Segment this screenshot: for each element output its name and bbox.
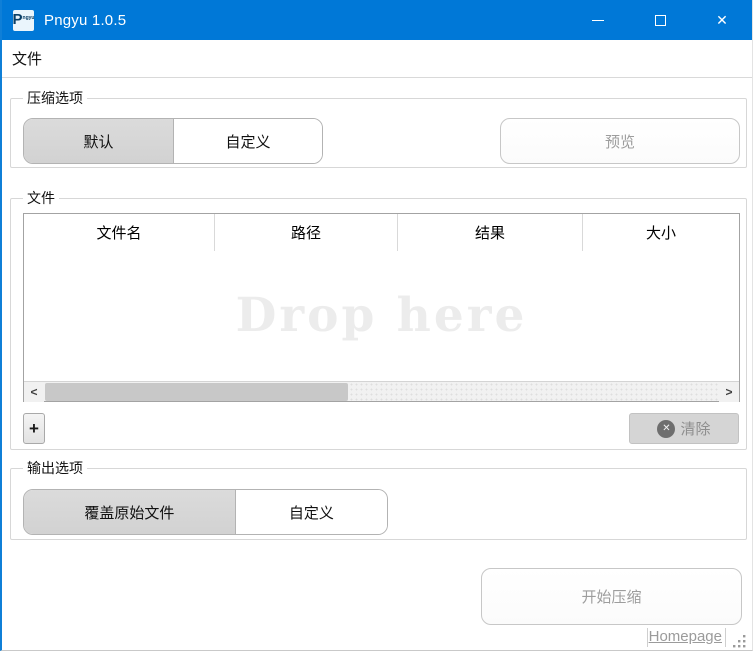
file-table: 文件名 路径 结果 大小 Drop here < > [23,213,740,402]
clear-button[interactable]: ✕ 清除 [629,413,739,444]
scroll-right-button[interactable]: > [719,381,739,402]
drop-here-hint: Drop here [235,288,528,343]
start-compression-button[interactable]: 开始压缩 [481,568,742,625]
clear-x-glyph: ✕ [662,422,671,434]
app-icon-letter: P [12,10,23,28]
horizontal-scrollbar[interactable]: < > [24,381,739,402]
pngyu-window: Pngyu Pngyu 1.0.5 ✕ 文件 压缩选项 默认 自定义 预览 文件 [0,0,753,651]
output-options-label: 输出选项 [23,458,87,478]
add-file-button[interactable]: + [23,413,45,444]
maximize-button[interactable] [629,0,691,40]
close-icon: ✕ [716,12,728,28]
output-custom-button[interactable]: 自定义 [234,490,387,534]
chevron-right-icon: > [725,384,733,399]
close-button[interactable]: ✕ [691,0,752,40]
preview-button[interactable]: 预览 [500,118,740,164]
statusbar: Homepage [2,626,752,650]
column-header-filename[interactable]: 文件名 [24,214,214,251]
compress-mode-segmented: 默认 自定义 [23,118,323,164]
compress-custom-button[interactable]: 自定义 [173,119,322,163]
minimize-icon [592,19,604,21]
files-group: 文件 文件名 路径 结果 大小 Drop here < > + ✕ 清除 [10,188,747,450]
minimize-button[interactable] [567,0,629,40]
menu-item-file[interactable]: 文件 [2,48,52,69]
clear-icon: ✕ [657,419,676,438]
chevron-left-icon: < [30,384,38,399]
file-table-header: 文件名 路径 结果 大小 [24,214,739,251]
clear-button-label: 清除 [680,421,711,438]
output-options-group: 输出选项 覆盖原始文件 自定义 [10,458,747,540]
window-title: Pngyu 1.0.5 [44,11,127,29]
scroll-left-button[interactable]: < [24,381,44,402]
app-icon-subtext: ngyu [22,14,35,21]
window-controls: ✕ [567,0,752,40]
maximize-icon [654,14,666,26]
output-overwrite-button[interactable]: 覆盖原始文件 [24,490,235,534]
scrollbar-thumb[interactable] [45,383,348,401]
column-header-size[interactable]: 大小 [582,214,739,251]
output-mode-segmented: 覆盖原始文件 自定义 [23,489,388,535]
status-separator [725,628,726,647]
app-icon: Pngyu [12,9,35,31]
files-group-label: 文件 [23,188,59,208]
file-drop-zone[interactable]: Drop here [25,251,738,380]
compress-options-label: 压缩选项 [23,88,87,108]
menubar: 文件 [2,40,752,78]
homepage-link[interactable]: Homepage [649,628,722,645]
resize-grip-icon[interactable] [733,635,746,648]
compress-options-group: 压缩选项 默认 自定义 预览 [10,88,747,168]
titlebar: Pngyu Pngyu 1.0.5 ✕ [2,0,752,40]
column-header-path[interactable]: 路径 [214,214,397,251]
column-header-result[interactable]: 结果 [397,214,582,251]
compress-default-button[interactable]: 默认 [24,119,173,163]
